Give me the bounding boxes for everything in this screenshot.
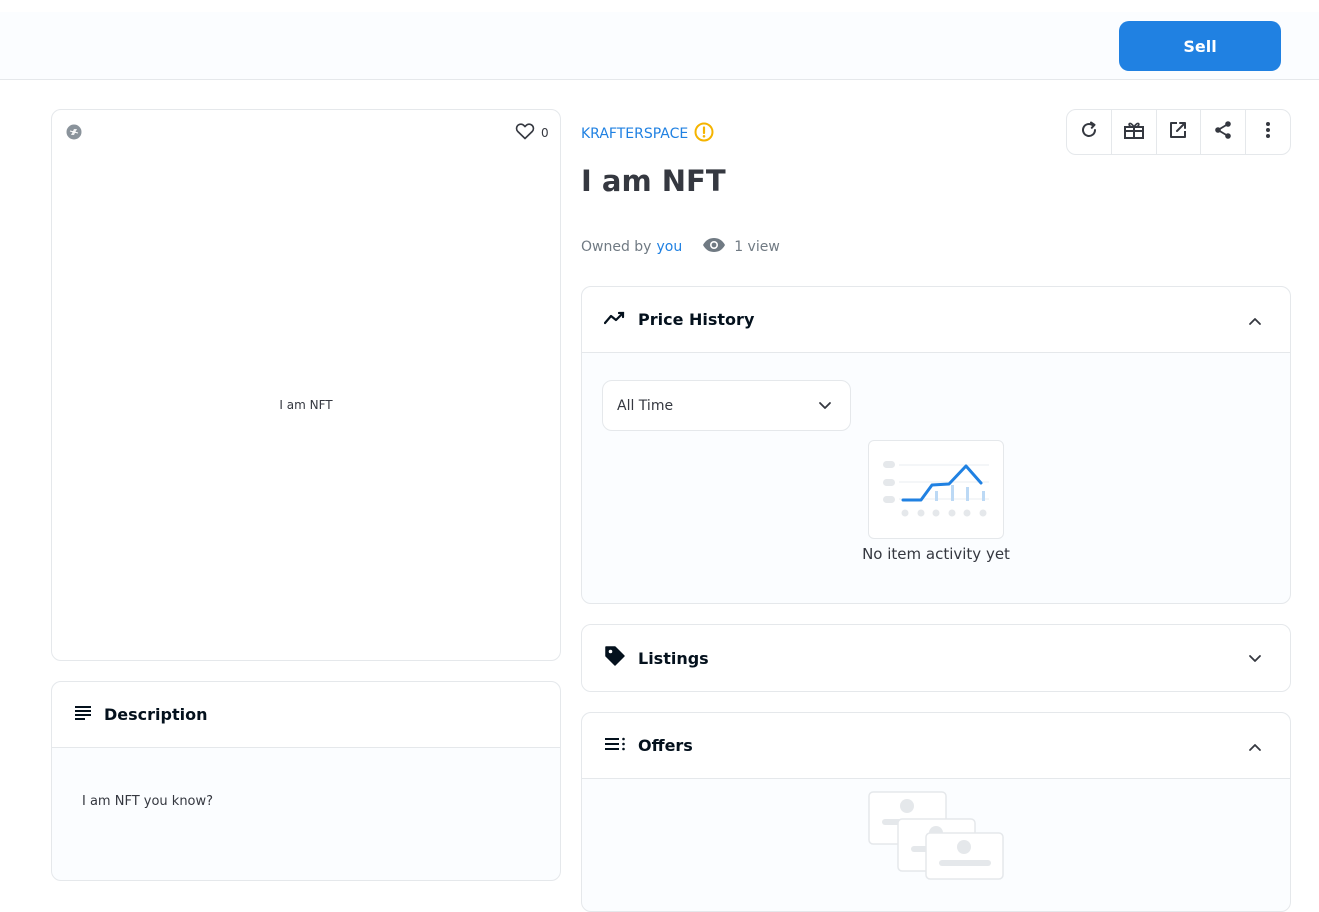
view-count: 1 view xyxy=(702,237,780,257)
no-activity-text: No item activity yet xyxy=(862,545,1010,563)
refresh-button[interactable] xyxy=(1067,110,1112,154)
empty-offers-illustration xyxy=(868,791,1008,885)
sell-button[interactable]: Sell xyxy=(1119,21,1281,71)
item-toolbar xyxy=(1066,109,1291,155)
listings-header[interactable]: Listings xyxy=(582,625,1290,691)
list-icon xyxy=(604,736,626,755)
description-title: Description xyxy=(104,705,208,724)
listings-title: Listings xyxy=(638,648,709,668)
nft-media-card: 0 I am NFT xyxy=(51,109,561,661)
offers-header[interactable]: Offers xyxy=(582,713,1290,779)
description-panel: Description I am NFT you know? xyxy=(51,681,561,881)
period-select-value: All Time xyxy=(617,397,674,414)
more-options-button[interactable] xyxy=(1246,110,1290,154)
view-count-text: 1 view xyxy=(734,239,780,255)
favorite-count: 0 xyxy=(541,125,549,140)
blockchain-icon xyxy=(66,124,82,140)
transfer-button[interactable] xyxy=(1112,110,1157,154)
offers-panel: Offers xyxy=(581,712,1291,912)
refresh-icon xyxy=(1079,120,1099,144)
top-bar xyxy=(0,0,1319,12)
price-history-title: Price History xyxy=(638,310,755,329)
chevron-down-icon xyxy=(1248,649,1262,668)
chevron-down-icon xyxy=(818,399,832,415)
heart-icon xyxy=(515,122,535,143)
more-vertical-icon xyxy=(1265,120,1271,144)
description-header[interactable]: Description xyxy=(52,682,560,748)
favorite-button[interactable]: 0 xyxy=(515,122,549,143)
nft-image[interactable]: I am NFT xyxy=(52,398,560,412)
trending-line-icon xyxy=(603,310,626,330)
price-history-header[interactable]: Price History xyxy=(582,287,1290,353)
share-icon xyxy=(1213,120,1233,144)
collection-name: KRAFTERSPACE xyxy=(581,126,689,142)
share-button[interactable] xyxy=(1201,110,1247,154)
owner-link[interactable]: you xyxy=(656,239,682,255)
text-lines-icon xyxy=(74,705,92,725)
external-link-button[interactable] xyxy=(1157,110,1202,154)
price-history-panel: Price History All Time No item activity … xyxy=(581,286,1291,604)
item-title: I am NFT xyxy=(581,164,726,198)
chevron-up-icon xyxy=(1248,311,1262,330)
chevron-up-icon xyxy=(1248,737,1262,756)
tag-icon xyxy=(604,645,626,671)
collection-link[interactable]: KRAFTERSPACE xyxy=(581,122,714,146)
offers-title: Offers xyxy=(638,736,693,755)
owned-by-label: Owned by xyxy=(581,239,652,255)
eye-icon xyxy=(702,237,726,257)
owner-row: Owned by you 1 view xyxy=(581,237,780,257)
empty-chart-illustration xyxy=(868,440,1004,539)
description-text: I am NFT you know? xyxy=(82,794,214,809)
period-select[interactable]: All Time xyxy=(602,380,851,431)
item-action-bar: Sell xyxy=(0,12,1319,80)
external-link-icon xyxy=(1168,120,1188,144)
warning-icon xyxy=(694,122,714,146)
listings-panel: Listings xyxy=(581,624,1291,692)
transfer-icon xyxy=(1123,120,1145,144)
